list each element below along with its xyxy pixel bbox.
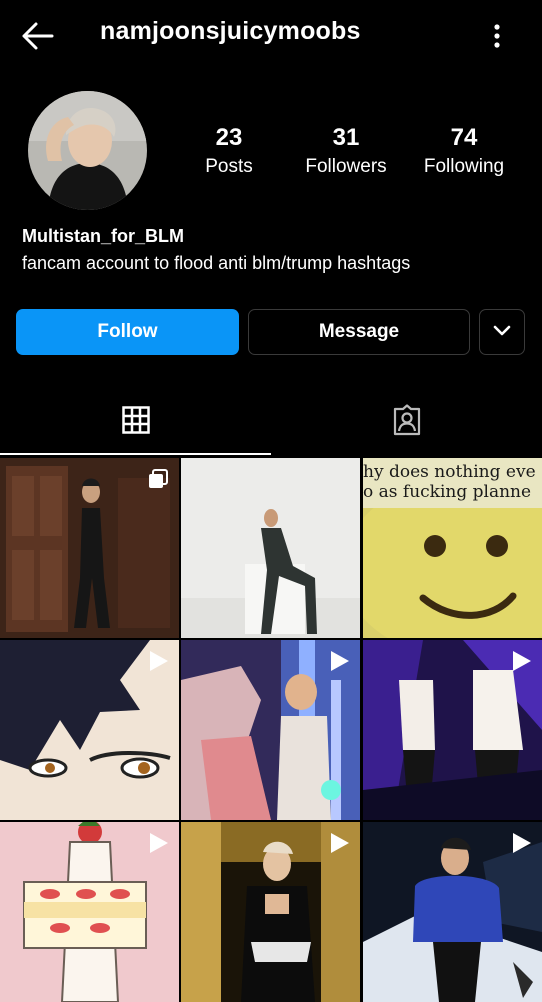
- followers-count[interactable]: 31 Followers: [300, 124, 392, 182]
- post-thumbnail[interactable]: [363, 640, 542, 820]
- top-bar: namjoonsjuicymoobs: [0, 0, 542, 70]
- following-count[interactable]: 74 Following: [418, 124, 510, 182]
- display-name: Multistan_for_BLM: [22, 226, 184, 246]
- meme-caption-line-1: hy does nothing eve: [363, 462, 536, 482]
- follow-button[interactable]: Follow: [16, 309, 239, 355]
- following-count-value: 74: [450, 124, 478, 151]
- video-icon: [147, 832, 169, 854]
- carousel-icon: [147, 468, 169, 490]
- posts-count-label: Posts: [205, 156, 253, 177]
- profile-tabs: [0, 388, 542, 458]
- post-thumbnail[interactable]: [363, 822, 542, 1002]
- meme-caption-line-2: o as fucking planne: [363, 482, 532, 502]
- post-thumbnail[interactable]: [0, 640, 179, 820]
- post-thumbnail[interactable]: [181, 640, 360, 820]
- video-icon: [328, 832, 350, 854]
- bio-text: fancam account to flood anti blm/trump h…: [22, 253, 411, 273]
- posts-grid: hy does nothing eve o as fucking planne: [0, 458, 542, 1002]
- grid-icon: [121, 405, 150, 439]
- video-icon: [510, 650, 532, 672]
- suggested-accounts-button[interactable]: [479, 309, 525, 355]
- followers-count-value: 31: [332, 124, 360, 151]
- following-count-label: Following: [423, 156, 505, 177]
- tab-tagged[interactable]: [271, 388, 542, 456]
- tab-grid[interactable]: [0, 388, 271, 456]
- followers-count-label: Followers: [305, 156, 387, 177]
- profile-username: namjoonsjuicymoobs: [100, 17, 361, 45]
- chevron-down-icon: [493, 321, 511, 343]
- avatar[interactable]: [28, 91, 147, 210]
- message-button[interactable]: Message: [248, 309, 470, 355]
- more-options-icon[interactable]: [484, 20, 510, 52]
- active-tab-indicator: [0, 453, 271, 455]
- post-thumbnail[interactable]: [181, 822, 360, 1002]
- post-thumbnail[interactable]: hy does nothing eve o as fucking planne: [363, 458, 542, 638]
- post-thumbnail[interactable]: [0, 458, 179, 638]
- post-thumbnail[interactable]: [181, 458, 360, 638]
- back-arrow-icon[interactable]: [18, 18, 58, 54]
- posts-count[interactable]: 23 Posts: [198, 124, 260, 182]
- video-icon: [147, 650, 169, 672]
- video-icon: [328, 650, 350, 672]
- post-thumbnail[interactable]: [0, 822, 179, 1002]
- tagged-person-icon: [391, 403, 423, 441]
- video-icon: [510, 832, 532, 854]
- posts-count-value: 23: [215, 124, 243, 151]
